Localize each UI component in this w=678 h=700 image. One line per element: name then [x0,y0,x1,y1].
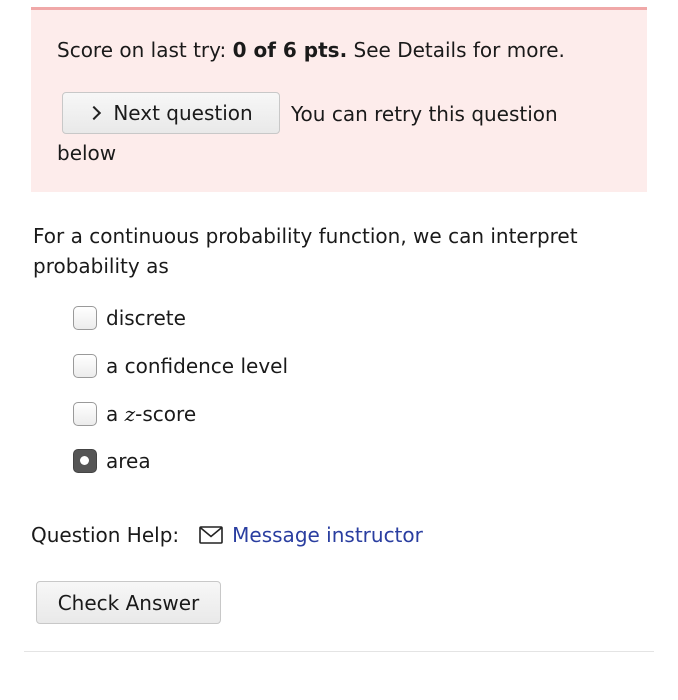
question-help: Question Help: Message instructor [31,523,423,547]
option-label: a z-score [106,402,196,426]
retry-text: You can retry this question [291,102,558,126]
option-confidence-level[interactable]: a confidence level [73,352,288,380]
score-prefix: Score on last try: [57,38,233,62]
option-checkbox-checked[interactable] [73,449,97,473]
question-text: For a continuous probability function, w… [33,224,578,278]
option-checkbox[interactable] [73,306,97,330]
retry-text-continued: below [57,141,117,165]
option-label: discrete [106,306,186,330]
score-suffix: See Details for more. [347,38,565,62]
option-area[interactable]: area [73,447,151,475]
z-variable: z [124,402,136,426]
option-label: area [106,449,151,473]
chevron-right-icon [87,105,102,121]
next-question-button[interactable]: Next question [62,92,280,134]
next-question-label: Next question [113,101,253,125]
option-checkbox[interactable] [73,402,97,426]
option-label-suffix: -score [135,402,197,426]
mail-icon[interactable] [199,526,223,544]
message-instructor-link[interactable]: Message instructor [232,523,423,547]
score-value: 0 of 6 pts. [232,38,348,62]
divider [24,651,654,652]
option-label-prefix: a [106,402,125,426]
option-discrete[interactable]: discrete [73,304,186,332]
question-help-label: Question Help: [31,523,180,547]
option-z-score[interactable]: a z-score [73,400,196,428]
score-banner: Score on last try: 0 of 6 pts. See Detai… [31,7,647,192]
option-checkbox[interactable] [73,354,97,378]
check-answer-button[interactable]: Check Answer [36,581,221,624]
option-label: a confidence level [106,354,289,378]
score-message: Score on last try: 0 of 6 pts. See Detai… [57,38,565,62]
